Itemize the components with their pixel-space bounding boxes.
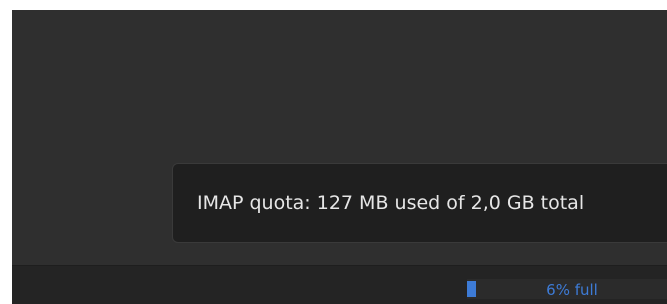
quota-tooltip: IMAP quota: 127 MB used of 2,0 GB total xyxy=(172,163,667,243)
app-window: IMAP quota: 127 MB used of 2,0 GB total … xyxy=(12,10,667,304)
quota-tooltip-text: IMAP quota: 127 MB used of 2,0 GB total xyxy=(197,192,585,214)
quota-meter-label: 6% full xyxy=(546,281,598,299)
status-bar: 6% full xyxy=(12,265,667,304)
quota-meter[interactable]: 6% full xyxy=(467,279,667,299)
